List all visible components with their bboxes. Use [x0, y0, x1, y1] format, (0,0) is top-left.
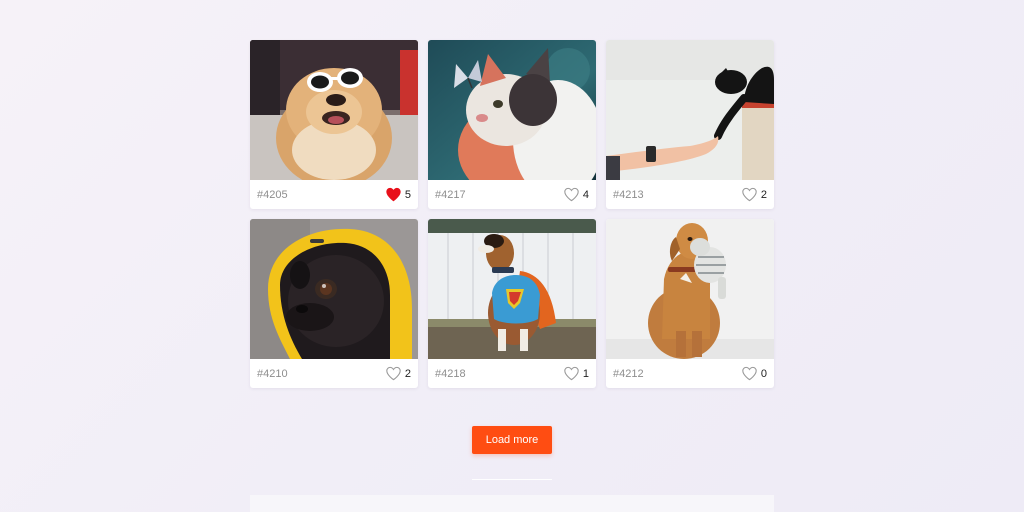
photo-dog-superhero[interactable]	[428, 219, 596, 359]
like-button[interactable]: 4	[563, 187, 589, 202]
photo-card: #4212 0	[606, 219, 774, 388]
card-footer: #4212 0	[606, 359, 774, 388]
card-footer: #4218 1	[428, 359, 596, 388]
photo-grid: #4205 5 #4217 4 #4213 2 #4210 2 #4218 1 …	[250, 40, 774, 388]
photo-card: #4210 2	[250, 219, 418, 388]
photo-cat-high-five[interactable]	[606, 40, 774, 180]
photo-pug-raincoat[interactable]	[250, 219, 418, 359]
like-button[interactable]: 2	[385, 366, 411, 381]
heart-outline-icon	[742, 366, 757, 381]
photo-id: #4210	[257, 367, 288, 380]
heart-outline-icon	[564, 366, 579, 381]
photo-id: #4205	[257, 188, 288, 201]
photo-dog-toy[interactable]	[606, 219, 774, 359]
divider	[472, 479, 552, 480]
photo-card: #4213 2	[606, 40, 774, 209]
like-count: 2	[760, 188, 767, 201]
photo-id: #4218	[435, 367, 466, 380]
like-button[interactable]: 1	[563, 366, 589, 381]
card-footer: #4205 5	[250, 180, 418, 209]
card-footer: #4217 4	[428, 180, 596, 209]
heart-outline-icon	[564, 187, 579, 202]
like-count: 0	[760, 367, 767, 380]
photo-card: #4217 4	[428, 40, 596, 209]
bottom-panel	[250, 495, 774, 512]
photo-dog-sunglasses[interactable]	[250, 40, 418, 180]
heart-outline-icon	[386, 366, 401, 381]
like-count: 2	[404, 367, 411, 380]
photo-card: #4218 1	[428, 219, 596, 388]
photo-id: #4212	[613, 367, 644, 380]
photo-id: #4217	[435, 188, 466, 201]
load-more-button[interactable]: Load more	[472, 426, 552, 454]
heart-outline-icon	[742, 187, 757, 202]
heart-filled-icon	[386, 187, 401, 202]
like-button[interactable]: 0	[741, 366, 767, 381]
card-footer: #4210 2	[250, 359, 418, 388]
like-button[interactable]: 2	[741, 187, 767, 202]
like-count: 5	[404, 188, 411, 201]
card-footer: #4213 2	[606, 180, 774, 209]
like-button[interactable]: 5	[385, 187, 411, 202]
photo-cat-butterfly[interactable]	[428, 40, 596, 180]
like-count: 1	[582, 367, 589, 380]
photo-id: #4213	[613, 188, 644, 201]
photo-card: #4205 5	[250, 40, 418, 209]
like-count: 4	[582, 188, 589, 201]
